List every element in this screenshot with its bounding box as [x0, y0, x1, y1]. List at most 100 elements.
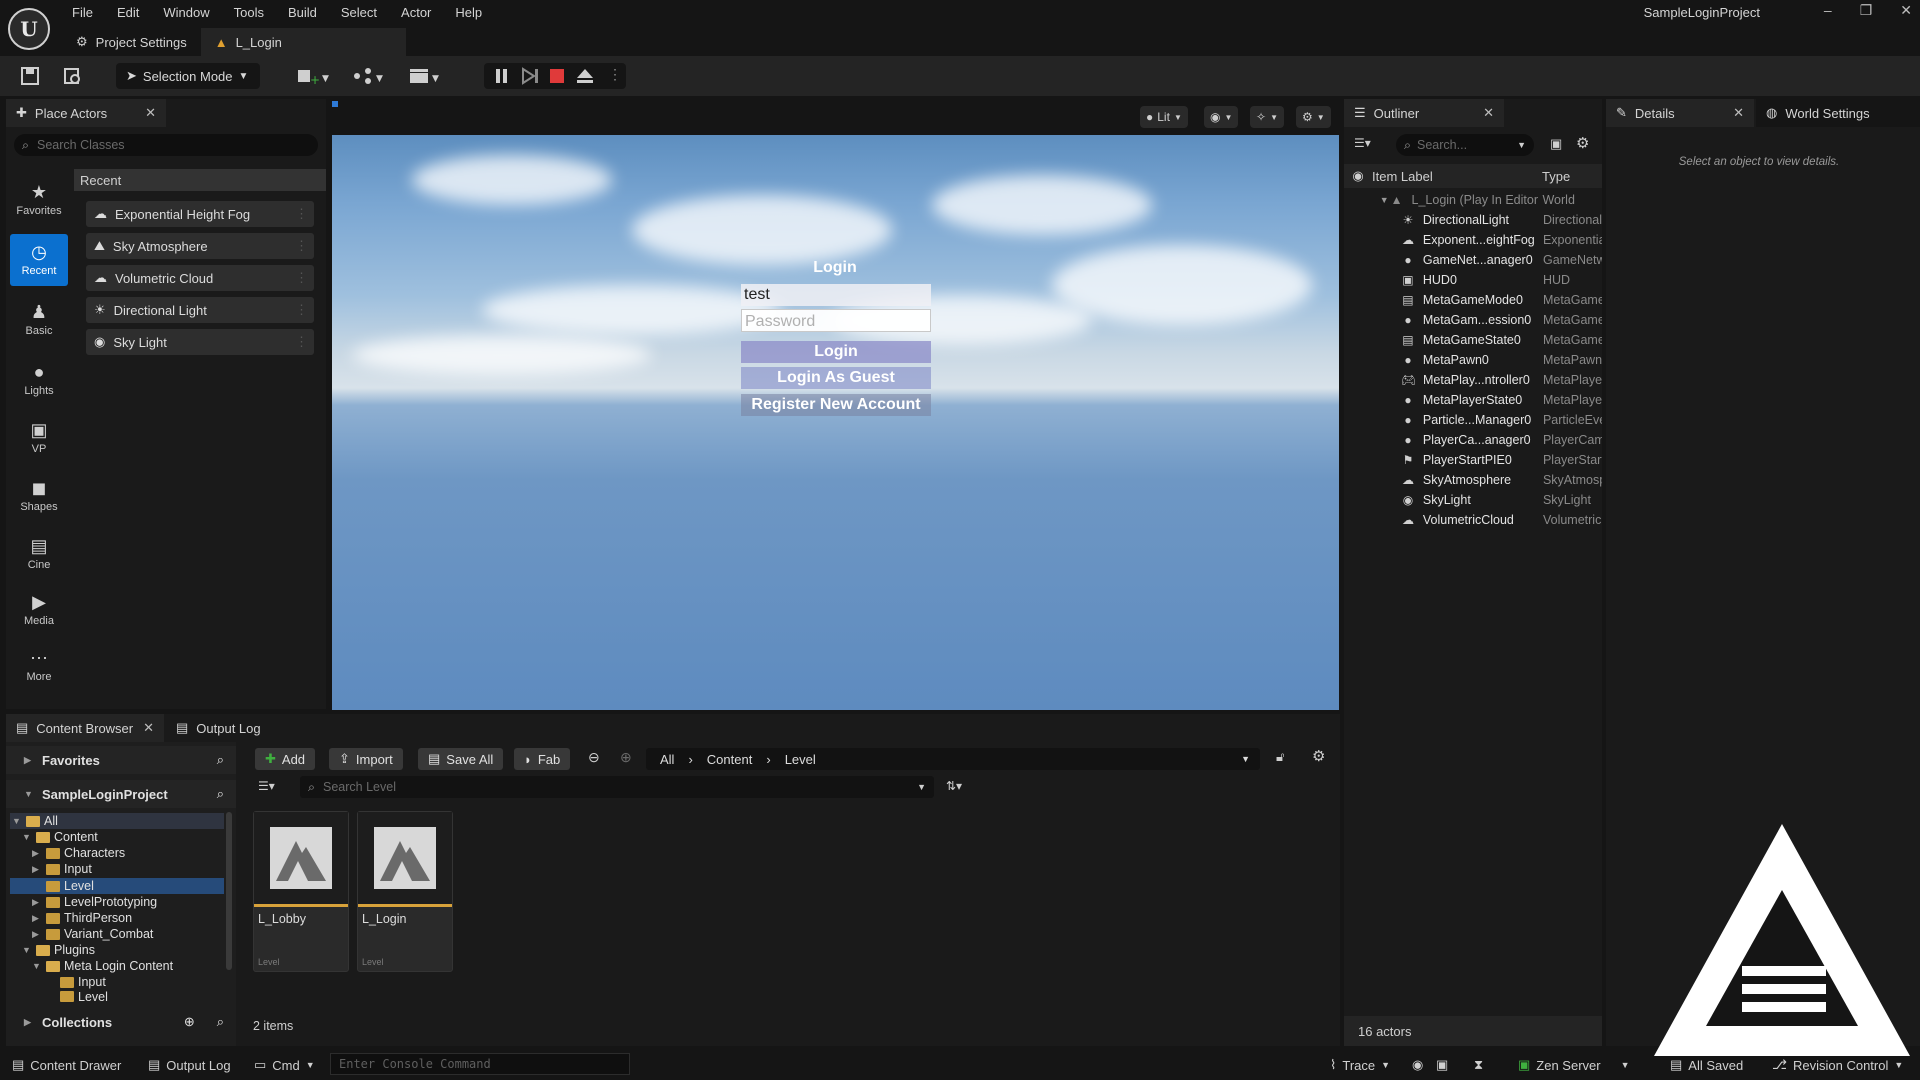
tree-item-level[interactable]: Level	[32, 878, 94, 894]
category-lights[interactable]: ● Lights	[10, 354, 68, 406]
outliner-row[interactable]: ● GameNet...anager0 GameNetworkManager	[1344, 250, 1602, 270]
minimize-icon[interactable]: –	[1824, 2, 1832, 19]
category-favorites[interactable]: ★ Favorites	[10, 174, 68, 226]
drag-handle-icon[interactable]: ⋮	[295, 302, 308, 318]
outliner-row[interactable]: ▤ MetaGameMode0 MetaGameMode	[1344, 290, 1602, 310]
tab-place-actors[interactable]: ✚ Place Actors ✕	[6, 99, 166, 127]
breadcrumb-all[interactable]: All	[660, 752, 674, 767]
add-folder-icon[interactable]: ▣	[1550, 136, 1562, 152]
actor-item-sky-atmosphere[interactable]: ⛰ Sky Atmosphere ⋮	[86, 233, 314, 259]
tree-item-plugin-level[interactable]: Level	[46, 990, 108, 1003]
search-icon[interactable]: ⌕	[217, 1014, 224, 1030]
expand-arrow-icon[interactable]: ▶	[32, 848, 42, 859]
close-icon[interactable]: ✕	[1900, 2, 1912, 19]
save-icon[interactable]	[20, 66, 42, 86]
category-media[interactable]: ▶ Media	[10, 584, 68, 636]
show-flags-button[interactable]: ◉ ▼	[1204, 106, 1239, 128]
asset-tile-l-login[interactable]: L_Login Level	[357, 811, 453, 972]
blueprint-icon[interactable]: ▼	[352, 66, 388, 86]
tree-item-variant-combat[interactable]: ▶ Variant_Combat	[32, 926, 153, 942]
tree-item-meta-login-content[interactable]: ▼ Meta Login Content	[32, 958, 173, 974]
category-more[interactable]: ⋯ More	[10, 640, 68, 692]
import-button[interactable]: ⇪ Import	[329, 748, 403, 770]
close-icon[interactable]: ✕	[1733, 105, 1744, 121]
step-icon[interactable]	[520, 66, 542, 86]
expand-arrow-icon[interactable]: ▶	[24, 1017, 34, 1028]
collections-section[interactable]: ▶ Collections ⊕ ⌕	[6, 1008, 236, 1036]
tab-l-login[interactable]: ▲ L_Login	[200, 28, 406, 56]
camera-icon[interactable]: ▣	[1436, 1055, 1448, 1075]
outliner-row[interactable]: ● Particle...Manager0 ParticleEventManager	[1344, 410, 1602, 430]
outliner-row[interactable]: 🎮︎ MetaPlay...ntroller0 MetaPlayerControll…	[1344, 370, 1602, 390]
close-icon[interactable]: ✕	[143, 720, 154, 736]
search-icon[interactable]: ⌕	[217, 752, 224, 768]
drag-handle-icon[interactable]: ⋮	[295, 238, 308, 254]
password-field[interactable]: Password	[741, 309, 931, 332]
output-log-button[interactable]: ▤ Output Log	[148, 1055, 231, 1075]
category-shapes[interactable]: ◼ Shapes	[10, 470, 68, 522]
drag-handle-icon[interactable]: ⋮	[295, 334, 308, 350]
add-button[interactable]: ✚ Add	[255, 748, 316, 770]
actor-item-directional-light[interactable]: ☀ Directional Light ⋮	[86, 297, 314, 323]
console-command-input[interactable]: Enter Console Command	[330, 1053, 630, 1075]
outliner-row[interactable]: ● MetaGam...ession0 MetaGameSession	[1344, 310, 1602, 330]
outliner-row[interactable]: ☁ VolumetricCloud VolumetricCloud	[1344, 510, 1602, 530]
actor-item-sky-light[interactable]: ◉ Sky Light ⋮	[86, 329, 314, 355]
menu-actor[interactable]: Actor	[389, 5, 443, 20]
menu-select[interactable]: Select	[329, 5, 389, 20]
category-recent[interactable]: ◷ Recent	[10, 234, 68, 286]
favorites-section[interactable]: ▶ Favorites ⌕	[6, 746, 236, 774]
pause-icon[interactable]	[492, 66, 514, 86]
search-icon[interactable]: ⌕	[217, 786, 224, 802]
expand-arrow-icon[interactable]: ▶	[32, 897, 42, 908]
expand-arrow-icon[interactable]: ▼	[22, 832, 32, 842]
game-view[interactable]	[332, 135, 1339, 710]
visibility-eye-icon[interactable]: ◉	[1344, 168, 1372, 184]
sort-icon[interactable]: ⇅▾	[946, 779, 962, 793]
category-vp[interactable]: ▣ VP	[10, 412, 68, 464]
selection-mode-dropdown[interactable]: ➤ Selection Mode ▼	[116, 63, 260, 89]
project-section[interactable]: ▼ SampleLoginProject ⌕	[6, 780, 236, 808]
cmd-dropdown[interactable]: ▭ Cmd ▼	[254, 1055, 315, 1075]
actor-item-exponential-height-fog[interactable]: ☁ Exponential Height Fog ⋮	[86, 201, 314, 227]
outliner-row[interactable]: ◉ SkyLight SkyLight	[1344, 490, 1602, 510]
tab-content-browser[interactable]: ▤ Content Browser ✕	[6, 714, 164, 742]
more-options-icon[interactable]: ⋮	[608, 66, 622, 83]
record-icon[interactable]: ◉	[1412, 1055, 1423, 1075]
lock-icon[interactable]: 🔓︎	[1276, 749, 1284, 765]
add-actor-icon[interactable]: + ▼	[296, 66, 332, 86]
tree-item-plugin-input[interactable]: Input	[46, 974, 106, 990]
expand-arrow-icon[interactable]: ▶	[32, 913, 42, 924]
column-type[interactable]: Type	[1542, 169, 1570, 184]
tree-item-thirdperson[interactable]: ▶ ThirdPerson	[32, 910, 132, 926]
expand-arrow-icon[interactable]: ▶	[32, 929, 42, 940]
tree-item-input[interactable]: ▶ Input	[32, 861, 92, 877]
expand-arrow-icon[interactable]: ▼	[1380, 195, 1390, 205]
search-level-input[interactable]: ⌕ Search Level ▼	[300, 776, 934, 798]
lit-mode-button[interactable]: ● Lit ▼	[1140, 106, 1188, 128]
tab-world-settings[interactable]: ◍ World Settings	[1756, 99, 1920, 127]
tab-output-log[interactable]: ▤ Output Log	[166, 714, 286, 742]
chevron-down-icon[interactable]: ▼	[1241, 754, 1250, 764]
asset-tile-l-lobby[interactable]: L_Lobby Level	[253, 811, 349, 972]
outliner-row[interactable]: ☀ DirectionalLight DirectionalLight	[1344, 210, 1602, 230]
login-button[interactable]: Login	[741, 341, 931, 363]
drag-handle-icon[interactable]: ⋮	[295, 206, 308, 222]
tab-details[interactable]: ✎ Details ✕	[1606, 99, 1754, 127]
cinematics-icon[interactable]: ▼	[408, 66, 444, 86]
tree-item-plugins[interactable]: ▼ Plugins	[22, 942, 95, 958]
tree-item-characters[interactable]: ▶ Characters	[32, 845, 125, 861]
eject-icon[interactable]	[575, 66, 597, 86]
outliner-row[interactable]: ☁ Exponent...eightFog ExponentialHeightFog	[1344, 230, 1602, 250]
outliner-row[interactable]: ⚑ PlayerStartPIE0 PlayerStartPIE	[1344, 450, 1602, 470]
zen-server-button[interactable]: ▣ Zen Server ▼	[1518, 1055, 1630, 1075]
realtime-button[interactable]: ✧ ▼	[1250, 106, 1284, 128]
outliner-row[interactable]: ● MetaPlayerState0 MetaPlayerState	[1344, 390, 1602, 410]
outliner-root-row[interactable]: ▼ ▲ L_Login (Play In Editor) World	[1344, 190, 1602, 210]
tab-outliner[interactable]: ☰ Outliner ✕	[1344, 99, 1504, 127]
search-classes-input[interactable]: ⌕ Search Classes	[14, 134, 318, 156]
tree-scrollbar[interactable]	[226, 812, 232, 970]
restore-icon[interactable]: ❐	[1860, 2, 1873, 19]
menu-edit[interactable]: Edit	[105, 5, 151, 20]
drag-handle-icon[interactable]: ⋮	[295, 270, 308, 286]
